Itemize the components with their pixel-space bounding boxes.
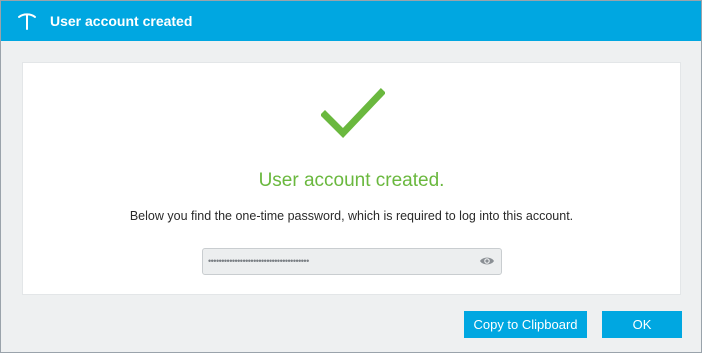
eye-icon[interactable] [479, 254, 495, 268]
dialog-titlebar: User account created [1, 1, 701, 41]
content-panel: User account created. Below you find the… [22, 62, 681, 295]
user-created-dialog: User account created User account create… [0, 0, 702, 353]
instruction-message: Below you find the one-time password, wh… [129, 209, 574, 223]
one-time-password-field[interactable]: •••••••••••••••••••••••••••••••••••••• [202, 248, 502, 275]
pickaxe-logo-icon [18, 13, 36, 30]
dialog-title: User account created [50, 13, 193, 29]
success-headline: User account created. [258, 170, 445, 191]
ok-button[interactable]: OK [602, 311, 682, 338]
copy-to-clipboard-button[interactable]: Copy to Clipboard [464, 311, 587, 338]
checkmark-icon [321, 88, 385, 139]
masked-password-value: •••••••••••••••••••••••••••••••••••••• [208, 256, 309, 266]
